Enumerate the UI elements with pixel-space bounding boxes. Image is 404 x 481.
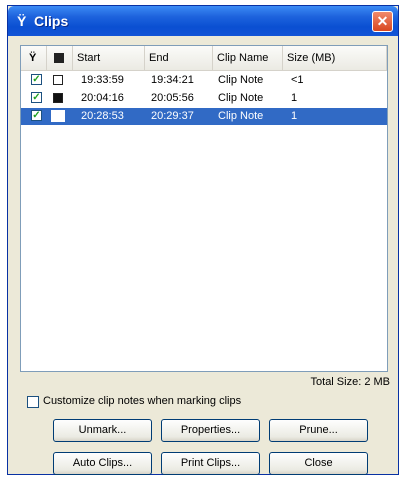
customize-clip-notes-checkbox[interactable] xyxy=(27,396,39,408)
size-cell: 1 xyxy=(291,110,298,122)
clip-icon xyxy=(53,93,63,103)
name-cell: Clip Note xyxy=(218,74,264,86)
clip-icon xyxy=(53,75,63,85)
customize-clip-notes-option[interactable]: Customize clip notes when marking clips xyxy=(27,395,277,411)
antenna-icon: Ÿ xyxy=(29,52,37,64)
auto-clips-button[interactable]: Auto Clips... xyxy=(53,452,152,475)
name-cell: Clip Note xyxy=(218,92,264,104)
film-clip-icon xyxy=(54,53,64,64)
row-checkbox[interactable]: ✓ xyxy=(31,92,42,103)
column-start-header[interactable]: Start xyxy=(73,46,145,70)
column-size-header[interactable]: Size (MB) xyxy=(283,46,387,70)
prune-button[interactable]: Prune... xyxy=(269,419,368,442)
print-clips-button[interactable]: Print Clips... xyxy=(161,452,260,475)
row-checkbox[interactable]: ✓ xyxy=(31,74,42,85)
customize-clip-notes-label: Customize clip notes when marking clips xyxy=(43,395,242,407)
clips-dialog: Ÿ Clips ✕ Ÿ Start End Clip Name Size (MB… xyxy=(7,5,399,475)
start-cell: 20:04:16 xyxy=(81,92,124,104)
title-bar[interactable]: Ÿ Clips ✕ xyxy=(8,6,398,36)
clip-icon xyxy=(51,110,65,122)
close-button[interactable]: Close xyxy=(269,452,368,475)
size-cell: 1 xyxy=(291,92,298,104)
unmark-button[interactable]: Unmark... xyxy=(53,419,152,442)
close-window-button[interactable]: ✕ xyxy=(372,11,393,32)
total-size-label: Total Size: 2 MB xyxy=(310,376,390,388)
start-cell: 19:33:59 xyxy=(81,74,124,86)
list-header: Ÿ Start End Clip Name Size (MB) xyxy=(21,46,387,71)
start-cell: 20:28:53 xyxy=(81,110,124,122)
column-clip-header[interactable] xyxy=(47,46,73,70)
end-cell: 20:29:37 xyxy=(151,110,194,122)
column-clip-name-header[interactable]: Clip Name xyxy=(213,46,283,70)
column-antenna-header[interactable]: Ÿ xyxy=(21,46,47,70)
clips-list[interactable]: Ÿ Start End Clip Name Size (MB) ✓ 19:33:… xyxy=(20,45,388,372)
end-cell: 19:34:21 xyxy=(151,74,194,86)
table-row[interactable]: ✓ 19:33:59 19:34:21 Clip Note <1 xyxy=(21,72,387,89)
table-row-selected[interactable]: ✓ 20:28:53 20:29:37 Clip Note 1 xyxy=(21,108,387,125)
size-cell: <1 xyxy=(291,74,304,86)
table-row[interactable]: ✓ 20:04:16 20:05:56 Clip Note 1 xyxy=(21,90,387,107)
column-end-header[interactable]: End xyxy=(145,46,213,70)
end-cell: 20:05:56 xyxy=(151,92,194,104)
name-cell: Clip Note xyxy=(218,110,264,122)
properties-button[interactable]: Properties... xyxy=(161,419,260,442)
antenna-icon: Ÿ xyxy=(17,13,27,29)
row-checkbox[interactable]: ✓ xyxy=(31,110,42,121)
window-title: Clips xyxy=(34,13,69,29)
